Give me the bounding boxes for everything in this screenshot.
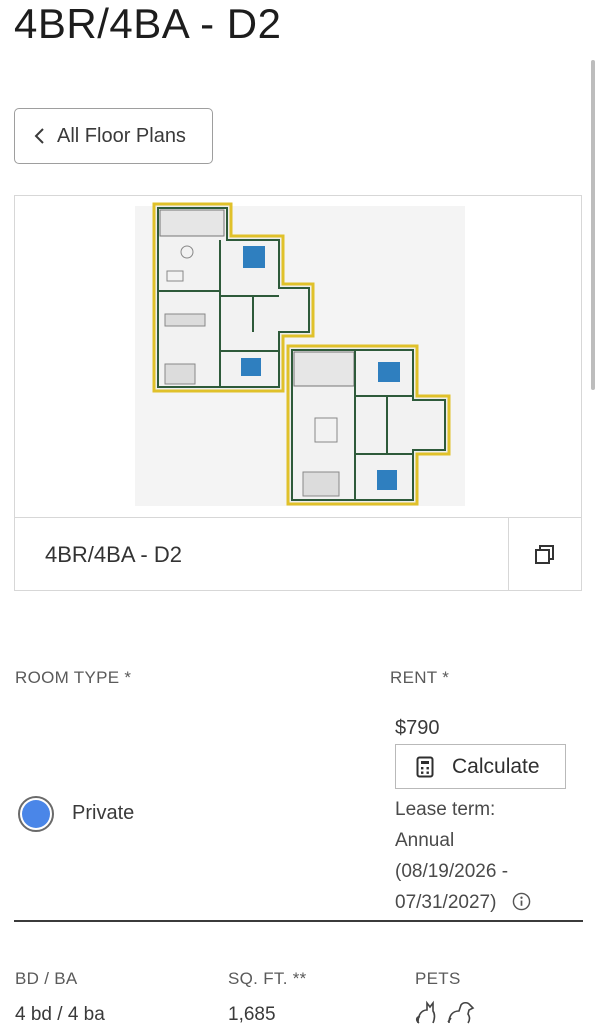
rent-price: $790 (395, 717, 440, 739)
private-room-label: Private (72, 802, 135, 824)
bd-ba-value: 4 bd / 4 ba (15, 1004, 105, 1025)
all-floor-plans-label: All Floor Plans (57, 124, 186, 147)
sqft-value: 1,685 (228, 1004, 276, 1025)
lease-term: Lease term: Annual (08/19/2026 - 07/31/2… (395, 794, 585, 918)
dog-icon (447, 1001, 475, 1024)
lease-dates-end-row: 07/31/2027) (395, 887, 585, 918)
copy-icon (535, 544, 554, 564)
floor-plan-drawing (135, 202, 465, 506)
pets-icons (415, 1000, 475, 1024)
lease-term-label: Lease term: (395, 799, 496, 820)
rent-label: RENT * (390, 668, 450, 687)
floor-plan-image[interactable] (15, 196, 581, 517)
all-floor-plans-button[interactable]: All Floor Plans (14, 108, 213, 164)
calculate-button[interactable]: Calculate (395, 744, 566, 789)
info-icon[interactable] (512, 892, 531, 911)
bd-ba-label: BD / BA (15, 969, 78, 988)
floor-plan-card: 4BR/4BA - D2 (14, 195, 582, 591)
pets-label: PETS (415, 969, 461, 988)
sqft-label: SQ. FT. ** (228, 969, 307, 988)
private-room-radio[interactable] (18, 796, 54, 832)
section-divider (14, 920, 583, 922)
cat-icon (415, 1000, 436, 1024)
lease-dates-start: (08/19/2026 - (395, 861, 509, 882)
lease-term-value: Annual (395, 830, 455, 851)
room-type-label: ROOM TYPE * (15, 668, 132, 687)
lease-dates-end: 07/31/2027) (395, 892, 497, 913)
calculate-label: Calculate (452, 754, 540, 778)
scrollbar[interactable] (591, 60, 595, 390)
floor-plan-name: 4BR/4BA - D2 (45, 541, 182, 567)
expand-floor-plan-button[interactable] (508, 518, 581, 591)
calculator-icon (416, 756, 434, 777)
page-title: 4BR/4BA - D2 (14, 0, 282, 47)
chevron-left-icon (34, 128, 44, 144)
floor-plan-caption: 4BR/4BA - D2 (15, 517, 581, 591)
radio-selected-dot (22, 800, 50, 828)
